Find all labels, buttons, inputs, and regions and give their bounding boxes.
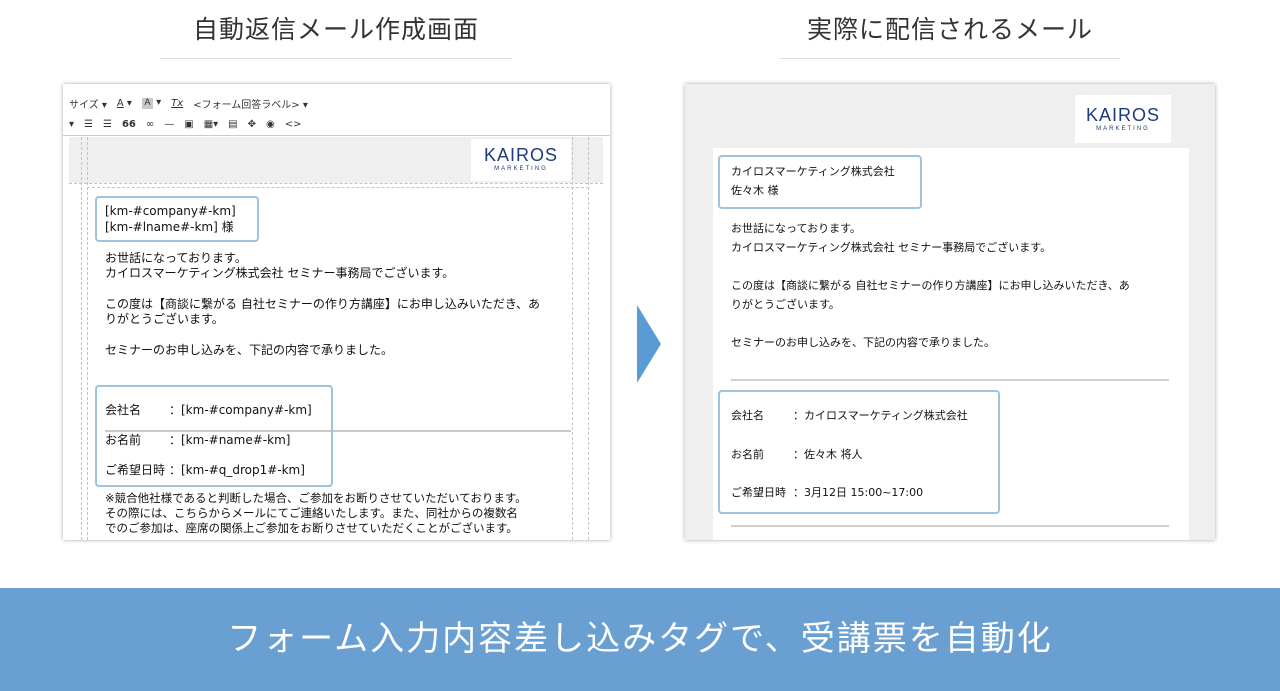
content-divider [731, 379, 1169, 381]
quote-icon[interactable]: 66 [122, 119, 136, 130]
bg-color-icon: A [141, 98, 153, 109]
field-value: ：[km-#name#-km] [169, 433, 291, 447]
company-tag: [km-#company#-km] [105, 204, 236, 218]
field-value: ：佐々木 将人 [793, 448, 863, 461]
heading-divider-left [160, 58, 512, 59]
field-row-company: 会社名 ：[km-#company#-km] [105, 401, 312, 418]
greeting-line: カイロスマーケティング株式会社 セミナー事務局でございます。 [105, 266, 455, 280]
link-icon[interactable]: ∞ [146, 119, 154, 130]
mail-body: カイロスマーケティング株式会社 佐々木 様 お世話になっております。 カイロスマ… [713, 148, 1189, 540]
logo-sub-text: MARKETING [1096, 126, 1150, 132]
heading-divider-right [780, 58, 1120, 59]
greeting-line: お世話になっております。 [105, 251, 247, 265]
field-row-datetime: ご希望日時 ：3月12日 15:00~17:00 [731, 484, 923, 500]
name-tag: [km-#lname#-km] 様 [105, 220, 234, 234]
clear-format-icon[interactable]: Tx [171, 98, 183, 109]
editor-content-area[interactable]: KAIROS MARKETING [km-#company#-km] [km-#… [63, 137, 610, 540]
field-label: お名前 [731, 448, 764, 461]
field-value: ：[km-#company#-km] [169, 403, 312, 417]
field-label: 会社名 [731, 409, 764, 422]
field-row-company: 会社名 ：カイロスマーケティング株式会社 [731, 407, 968, 423]
field-label: ご希望日時 [731, 486, 786, 499]
form-label-dropdown[interactable]: <フォーム回答ラベル> ▾ [193, 96, 308, 111]
accept-line: セミナーのお申し込みを、下記の内容で承りました。 [731, 336, 995, 349]
indent-decrease-icon[interactable]: ☰ [84, 119, 93, 130]
image-icon[interactable]: ▣ [184, 119, 193, 130]
source-code-icon[interactable]: <> [285, 119, 302, 130]
accept-line: セミナーのお申し込みを、下記の内容で承りました。 [105, 343, 394, 357]
content-divider [731, 525, 1169, 527]
field-label: お名前 [105, 433, 142, 447]
field-row-name: お名前 ：[km-#name#-km] [105, 431, 290, 448]
field-label: 会社名 [105, 403, 142, 417]
note-line: ※競合他社様であると判断した場合、ご参加をお断りさせていただいております。 [105, 491, 527, 505]
greeting-line: カイロスマーケティング株式会社 セミナー事務局でございます。 [731, 241, 1052, 254]
kairos-logo: KAIROS MARKETING [471, 139, 571, 181]
preview-eye-icon[interactable]: ◉ [266, 119, 275, 130]
guide-line [81, 137, 82, 540]
body-line: この度は【商談に繋がる 自社セミナーの作り方講座】にお申し込みいただき、あ [105, 297, 540, 311]
mail-heading: 実際に配信されるメール [806, 15, 1093, 44]
greeting-line: お世話になっております。 [731, 222, 862, 235]
font-color-icon: A [116, 97, 124, 109]
body-line: りがとうございます。 [105, 312, 224, 326]
email-editor-panel: サイズ ▾ A ▾ A ▾ Tx <フォーム回答ラベル> ▾ ▾ ☰ ☰ 66 … [63, 84, 610, 540]
logo-main-text: KAIROS [1085, 105, 1161, 125]
list-dropdown-icon[interactable]: ▾ [69, 119, 74, 130]
name-tag-highlight [95, 196, 259, 242]
toolbar-row-2: ▾ ☰ ☰ 66 ∞ — ▣ ▦▾ ▤ ✥ ◉ <> [69, 114, 302, 134]
guide-line [87, 137, 88, 540]
guide-line [69, 183, 603, 184]
logo-main-text: KAIROS [483, 145, 559, 165]
recipient-name: 佐々木 様 [731, 184, 779, 197]
font-size-dropdown[interactable]: サイズ ▾ [69, 96, 107, 111]
body-line: りがとうございます。 [731, 298, 840, 311]
print-icon[interactable]: ▤ [228, 119, 237, 130]
indent-increase-icon[interactable]: ☰ [103, 119, 112, 130]
guide-line [87, 187, 589, 188]
note-line: でのご参加は、座席の関係上ご参加をお断りさせていただくことがございます。 [105, 521, 518, 535]
editor-heading: 自動返信メール作成画面 [192, 15, 479, 44]
recipient-company: カイロスマーケティング株式会社 [731, 165, 895, 178]
kairos-logo: KAIROS MARKETING [1075, 95, 1171, 143]
guide-line [588, 137, 589, 540]
table-icon[interactable]: ▦▾ [204, 119, 218, 130]
bg-color-dropdown[interactable]: A ▾ [141, 97, 161, 109]
guide-line [572, 137, 573, 540]
body-line: この度は【商談に繋がる 自社セミナーの作り方講座】にお申し込みいただき、あ [731, 279, 1130, 292]
field-label: ご希望日時 [105, 463, 166, 477]
editor-toolbar: サイズ ▾ A ▾ A ▾ Tx <フォーム回答ラベル> ▾ ▾ ☰ ☰ 66 … [63, 84, 610, 136]
field-row-datetime: ご希望日時 ：[km-#q_drop1#-km] [105, 461, 305, 478]
fullscreen-icon[interactable]: ✥ [248, 119, 256, 130]
field-value: ：3月12日 15:00~17:00 [793, 486, 924, 499]
delivered-mail-panel: KAIROS MARKETING カイロスマーケティング株式会社 佐々木 様 お… [685, 84, 1215, 540]
note-line: その際には、こちらからメールにてご連絡いたします。また、同社からの複数名 [105, 506, 518, 520]
feature-banner: フォーム入力内容差し込みタグで、受講票を自動化 [0, 588, 1280, 691]
field-row-name: お名前 ：佐々木 将人 [731, 446, 863, 462]
font-color-dropdown[interactable]: A ▾ [117, 98, 132, 109]
toolbar-row-1: サイズ ▾ A ▾ A ▾ Tx <フォーム回答ラベル> ▾ [69, 93, 308, 113]
field-value: ：[km-#q_drop1#-km] [169, 463, 305, 477]
arrow-right-icon [637, 305, 661, 383]
horizontal-rule-icon[interactable]: — [164, 119, 174, 130]
logo-sub-text: MARKETING [494, 166, 548, 172]
field-value: ：カイロスマーケティング株式会社 [793, 409, 968, 422]
